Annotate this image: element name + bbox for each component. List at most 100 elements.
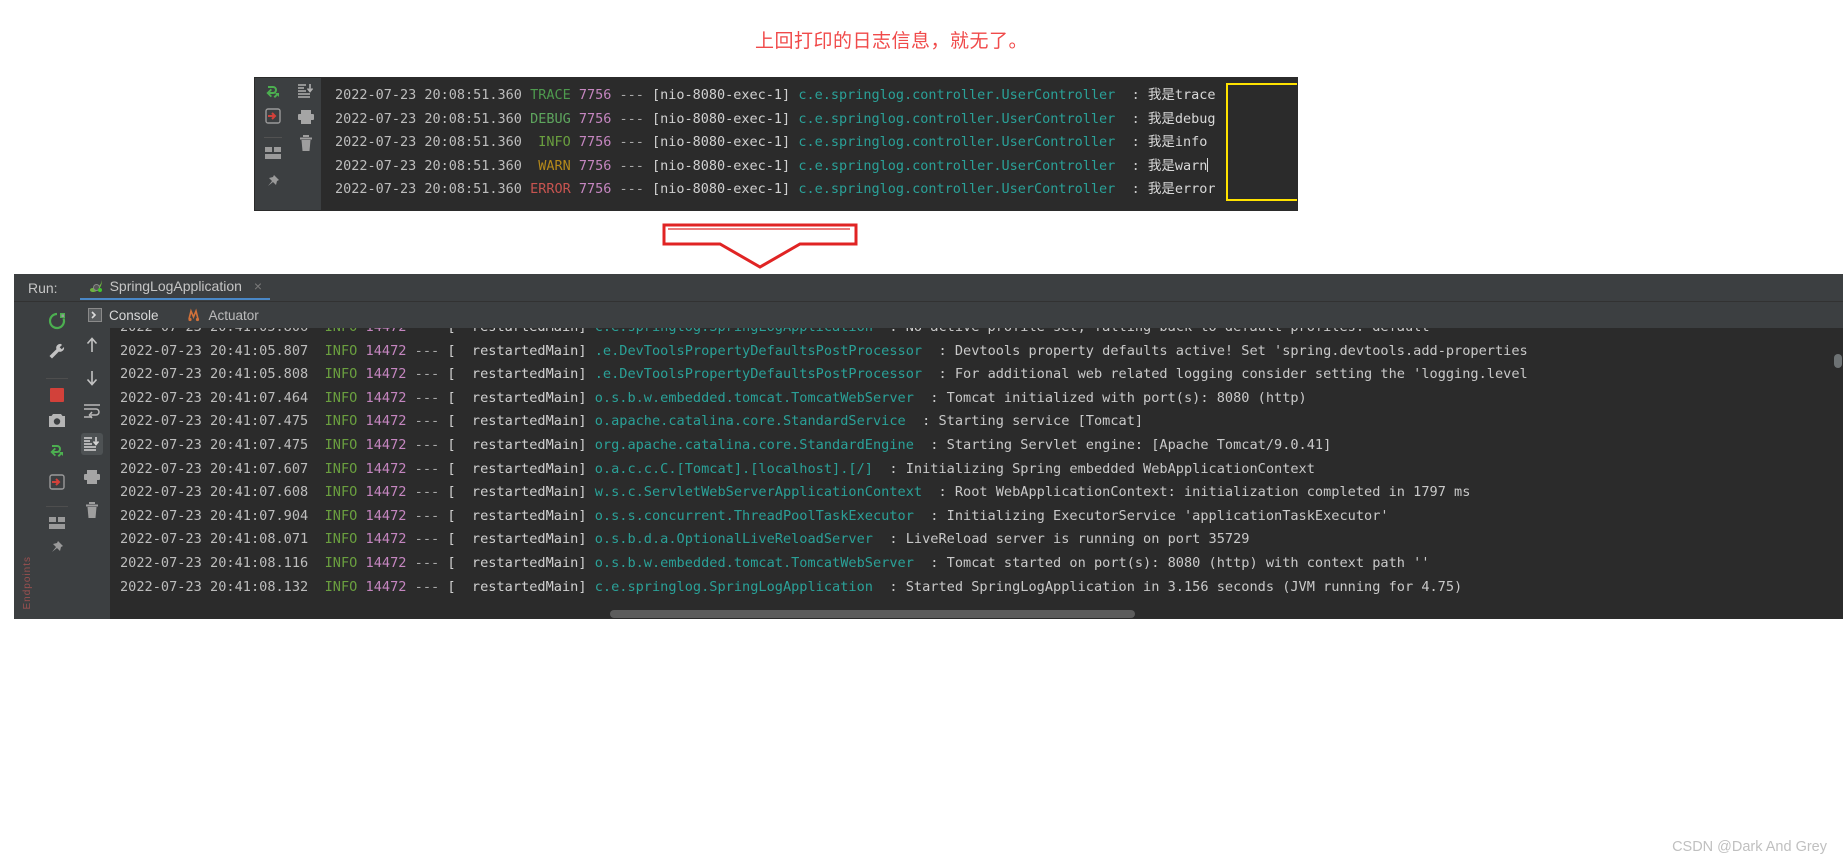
log-pid: 7756 — [578, 134, 612, 150]
tab-actuator[interactable]: Actuator — [183, 306, 263, 325]
log-line: 2022-07-23 20:41:07.608 INFO 14472 --- [… — [120, 481, 1843, 505]
scroll-down-icon[interactable] — [81, 367, 103, 389]
log-separator: : — [905, 413, 939, 430]
log-level: INFO — [316, 484, 358, 501]
endpoints-rail[interactable]: Endpoints — [14, 302, 40, 619]
settings-wrench-icon[interactable] — [46, 341, 68, 363]
log-level: INFO — [316, 460, 358, 477]
close-icon[interactable]: × — [254, 278, 262, 294]
tab-actuator-label: Actuator — [208, 307, 259, 323]
sp — [357, 437, 365, 453]
log-message: Started SpringLogApplication in 3.156 se… — [905, 578, 1463, 595]
vertical-scrollbar[interactable] — [1834, 354, 1842, 368]
sp — [357, 328, 365, 335]
sp — [357, 508, 365, 524]
log-logger: o.s.b.w.embedded.tomcat.TomcatWebServer — [594, 554, 914, 571]
log-timestamp: 2022-07-23 20:41:07.904 — [120, 507, 317, 524]
scroll-to-end-icon[interactable] — [297, 83, 315, 99]
scroll-up-icon[interactable] — [81, 334, 103, 356]
sp — [357, 390, 365, 406]
layout-icon[interactable] — [264, 137, 282, 160]
scroll-to-end-icon[interactable] — [81, 433, 103, 455]
log-thread: [ restartedMain] — [447, 554, 595, 571]
endpoints-rail-label: Endpoints — [21, 555, 33, 609]
log-dashes: --- — [406, 328, 447, 335]
log-timestamp: 2022-07-23 20:41:07.464 — [120, 389, 317, 406]
log-pid: 14472 — [365, 484, 407, 501]
log-level: INFO — [316, 342, 358, 359]
log-message: Devtools property defaults active! Set '… — [954, 342, 1528, 359]
pin-icon[interactable] — [46, 537, 68, 559]
log-line: 2022-07-23 20:41:05.807 INFO 14472 --- [… — [120, 340, 1843, 364]
log-line: 2022-07-23 20:41:05.808 INFO 14472 --- [… — [120, 363, 1843, 387]
log-level: INFO — [316, 328, 358, 335]
rerun-icon[interactable] — [46, 310, 68, 332]
pin-icon[interactable] — [265, 174, 281, 190]
log-timestamp: 2022-07-23 20:41:08.116 — [120, 554, 317, 571]
log-message: No active profile set, falling back to d… — [906, 328, 1430, 335]
log-separator: : — [913, 436, 947, 453]
horizontal-scrollbar[interactable] — [110, 609, 1843, 619]
watermark: CSDN @Dark And Grey — [1672, 839, 1827, 855]
log-logger: .e.DevToolsPropertyDefaultsPostProcessor — [594, 366, 923, 383]
camera-icon[interactable] — [46, 409, 68, 431]
tab-console[interactable]: Console — [84, 306, 163, 325]
log-separator: : — [1115, 134, 1148, 150]
log-dashes: --- — [406, 507, 448, 524]
horizontal-scrollbar-thumb[interactable] — [610, 610, 1135, 618]
print-icon[interactable] — [297, 109, 315, 125]
console-tabbar: Console Actuator — [74, 302, 1843, 328]
log-message: 我是error — [1147, 181, 1216, 197]
log-line: 2022-07-23 20:41:08.132 INFO 14472 --- [… — [120, 576, 1843, 600]
text-caret — [1207, 157, 1209, 172]
soft-wrap-icon[interactable] — [81, 400, 103, 422]
log-message: For additional web related logging consi… — [954, 366, 1528, 383]
ide-run-panel: Run: SpringLogApplication × Endpoints Co… — [14, 274, 1843, 619]
print-icon[interactable] — [81, 466, 103, 488]
log-separator: : — [913, 389, 947, 406]
exit-icon[interactable] — [264, 107, 282, 125]
log-separator: : — [922, 342, 955, 359]
log-level: INFO — [316, 413, 358, 430]
run-tab-springlogapplication[interactable]: SpringLogApplication × — [79, 275, 271, 300]
log-thread: [ restartedMain] — [447, 531, 595, 548]
top-console-output[interactable]: 2022-07-23 20:08:51.360 TRACE 7756 --- [… — [321, 78, 1297, 210]
log-logger: w.s.c.ServletWebServerApplicationContext — [594, 484, 923, 501]
exit-icon[interactable] — [46, 471, 68, 493]
console-output[interactable]: 2022-07-23 20:41:05.806 INFO 14472 --- [… — [110, 328, 1843, 619]
stop-icon[interactable] — [46, 378, 68, 402]
log-timestamp: 2022-07-23 20:41:08.132 — [120, 578, 317, 595]
rerun-debug-icon[interactable] — [46, 440, 68, 462]
log-dashes: --- — [406, 413, 448, 430]
log-pid: 14472 — [365, 531, 407, 548]
log-level: DEBUG — [530, 110, 571, 127]
log-logger: .e.DevToolsPropertyDefaultsPostProcessor — [594, 342, 923, 359]
log-timestamp: 2022-07-23 20:41:07.475 — [120, 413, 317, 430]
log-thread: [nio-8080-exec-1] — [652, 157, 799, 174]
log-line: 2022-07-23 20:08:51.360 DEBUG 7756 --- [… — [335, 108, 1297, 132]
log-line: 2022-07-23 20:41:07.475 INFO 14472 --- [… — [120, 410, 1843, 434]
log-thread: [nio-8080-exec-1] — [652, 87, 799, 103]
rerun-debug-icon[interactable] — [264, 83, 282, 101]
tab-console-label: Console — [109, 307, 159, 323]
log-message: Initializing ExecutorService 'applicatio… — [946, 507, 1389, 524]
log-pid: 14472 — [365, 554, 407, 571]
log-dashes: --- — [406, 554, 448, 571]
log-level: WARN — [530, 157, 571, 174]
log-separator: : — [1115, 181, 1148, 197]
log-logger: org.apache.catalina.core.StandardEngine — [594, 436, 914, 453]
log-pid: 14472 — [365, 507, 407, 524]
log-logger: c.e.springlog.controller.UserController — [798, 157, 1116, 174]
log-level: INFO — [316, 436, 358, 453]
layout-icon[interactable] — [46, 506, 68, 529]
log-message: Initializing Spring embedded WebApplicat… — [905, 460, 1315, 477]
sp — [571, 134, 579, 150]
log-line: 2022-07-23 20:41:05.806 INFO 14472 --- [… — [120, 328, 1843, 340]
trash-icon[interactable] — [298, 135, 314, 152]
sp — [571, 181, 579, 197]
log-timestamp: 2022-07-23 20:08:51.360 — [335, 110, 531, 127]
log-dashes: --- — [406, 484, 448, 501]
top-console-toolbar-left — [255, 78, 291, 210]
log-timestamp: 2022-07-23 20:08:51.360 — [335, 181, 531, 197]
trash-icon[interactable] — [81, 499, 103, 521]
